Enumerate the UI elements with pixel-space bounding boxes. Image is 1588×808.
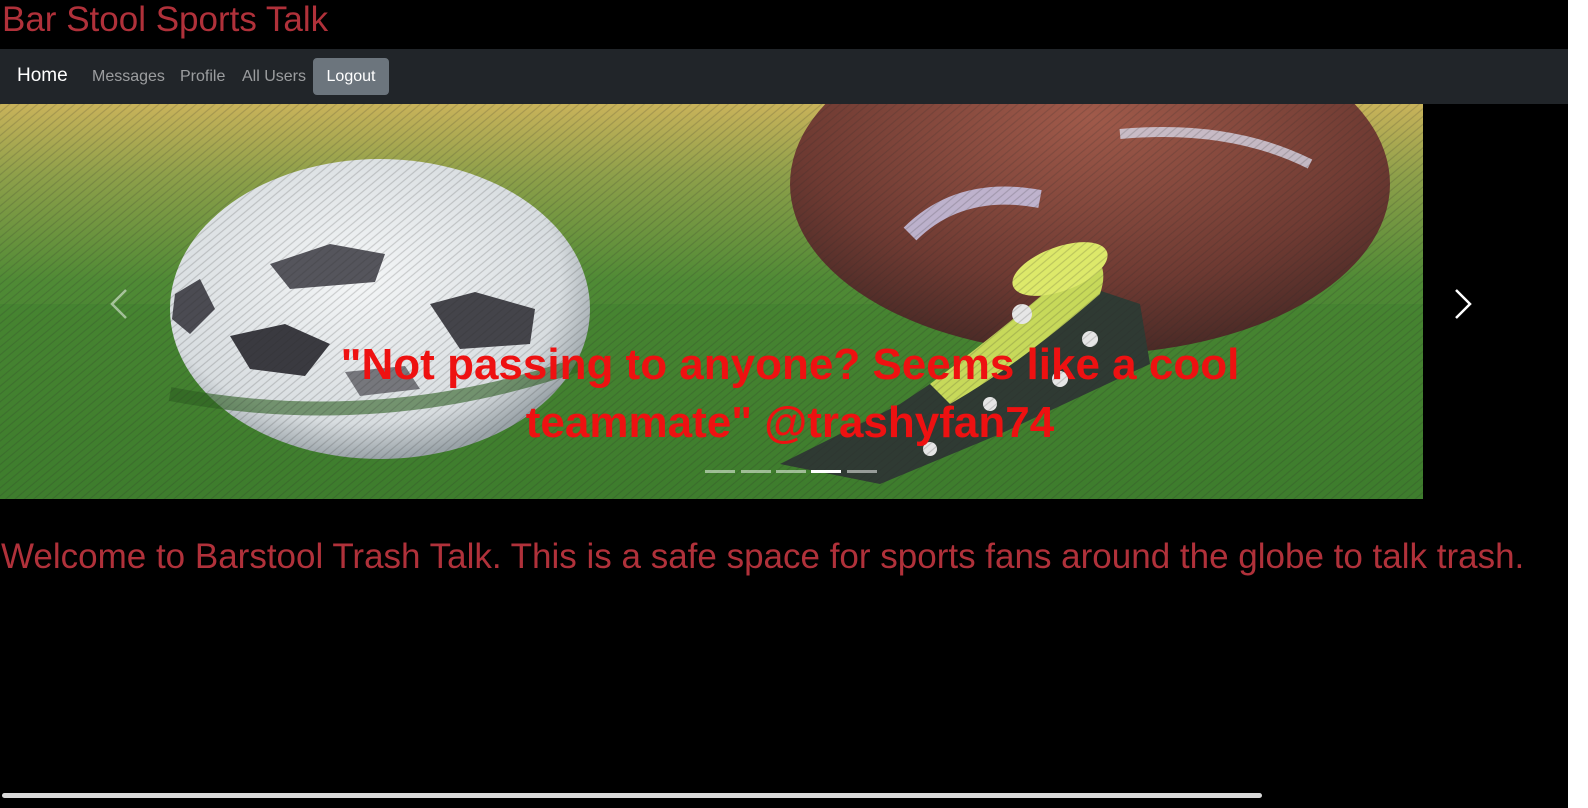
horizontal-scrollbar[interactable] bbox=[0, 791, 1568, 808]
site-title: Bar Stool Sports Talk bbox=[2, 0, 329, 39]
carousel-indicator-2[interactable] bbox=[741, 470, 771, 473]
nav-messages-link[interactable]: Messages bbox=[92, 67, 165, 87]
nav-home-link[interactable]: Home bbox=[17, 64, 68, 88]
chevron-right-icon bbox=[1455, 289, 1472, 319]
welcome-message: Welcome to Barstool Trash Talk. This is … bbox=[1, 537, 1525, 576]
vertical-scrollbar-track bbox=[1568, 0, 1588, 808]
navbar: Home Messages Profile All Users Logout bbox=[0, 49, 1568, 104]
carousel-indicator-1[interactable] bbox=[705, 470, 735, 473]
carousel-indicator-4[interactable] bbox=[811, 470, 841, 473]
carousel-prev-button[interactable] bbox=[100, 284, 140, 324]
nav-profile-link[interactable]: Profile bbox=[180, 67, 225, 87]
carousel-caption: "Not passing to anyone? Seems like a coo… bbox=[340, 340, 1240, 447]
carousel-indicator-5[interactable] bbox=[847, 470, 877, 473]
horizontal-scrollbar-thumb[interactable] bbox=[2, 793, 1262, 798]
carousel-indicator-3[interactable] bbox=[776, 470, 806, 473]
carousel-next-button[interactable] bbox=[1442, 284, 1482, 324]
nav-all-users-link[interactable]: All Users bbox=[242, 67, 306, 87]
carousel: "Not passing to anyone? Seems like a coo… bbox=[0, 104, 1568, 499]
logout-button[interactable]: Logout bbox=[313, 58, 389, 95]
chevron-left-icon bbox=[110, 289, 127, 319]
